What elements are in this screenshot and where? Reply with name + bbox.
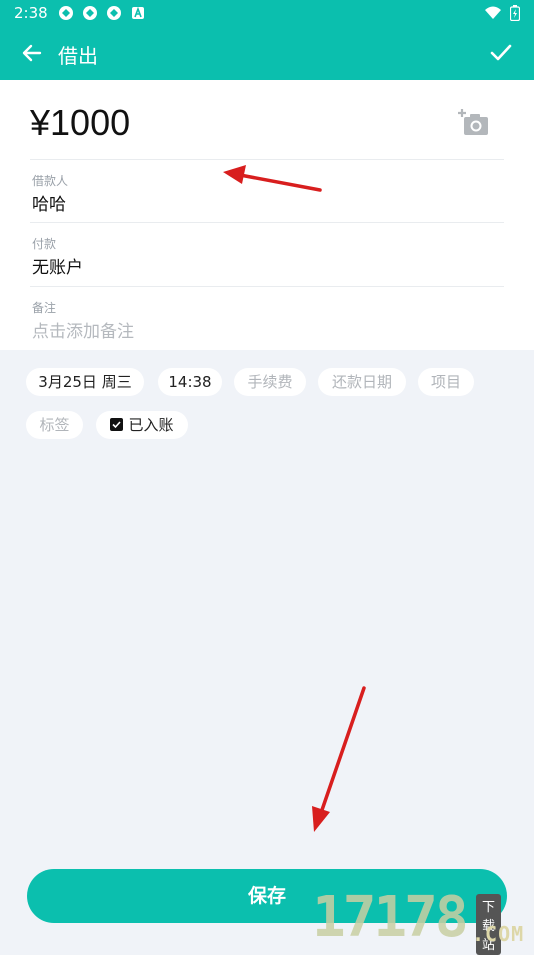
page-title: 借出 (58, 44, 98, 68)
status-time: 2:38 (14, 4, 48, 22)
annotation-arrow-save (312, 686, 366, 832)
borrower-value: 哈哈 (32, 195, 66, 215)
add-photo-icon[interactable] (458, 108, 490, 138)
amount-display[interactable]: ¥1000 (30, 102, 130, 144)
watermark-suffix: .COM (472, 922, 525, 946)
note-label: 备注 (32, 301, 57, 315)
notification-icon (58, 6, 73, 20)
toolbar: 借出 (0, 26, 534, 80)
recorded-label: 已入账 (128, 416, 174, 434)
check-icon[interactable] (486, 38, 516, 68)
time-chip[interactable]: 14:38 (158, 368, 222, 396)
note-field[interactable]: 备注 点击添加备注 (30, 287, 504, 349)
back-arrow-icon[interactable] (18, 39, 46, 67)
status-bar: 2:38 (0, 0, 534, 26)
fee-chip[interactable]: 手续费 (234, 368, 306, 396)
checkbox-checked-icon (110, 418, 124, 431)
notification-icon (82, 6, 97, 20)
payment-label: 付款 (32, 237, 57, 251)
battery-icon (510, 5, 520, 21)
project-chip[interactable]: 项目 (418, 368, 474, 396)
status-indicators (484, 5, 520, 21)
repay-date-chip[interactable]: 还款日期 (318, 368, 406, 396)
notification-icon (106, 6, 121, 20)
borrower-label: 借款人 (32, 174, 69, 188)
borrower-field[interactable]: 借款人 哈哈 (30, 160, 504, 222)
site-watermark: 17178 下载站 .COM (312, 885, 523, 955)
date-chip[interactable]: 3月25日 周三 (26, 368, 144, 396)
tag-chip[interactable]: 标签 (26, 411, 83, 439)
form-card: ¥1000 借款人 哈哈 付款 无账户 备注 点击添加备注 (0, 80, 534, 350)
payment-value: 无账户 (32, 258, 83, 278)
note-placeholder: 点击添加备注 (32, 322, 134, 342)
app-notification-icon (131, 6, 144, 19)
watermark-number: 17178 (312, 885, 469, 950)
recorded-chip[interactable]: 已入账 (96, 411, 188, 439)
wifi-icon (485, 6, 501, 19)
payment-field[interactable]: 付款 无账户 (30, 223, 504, 285)
